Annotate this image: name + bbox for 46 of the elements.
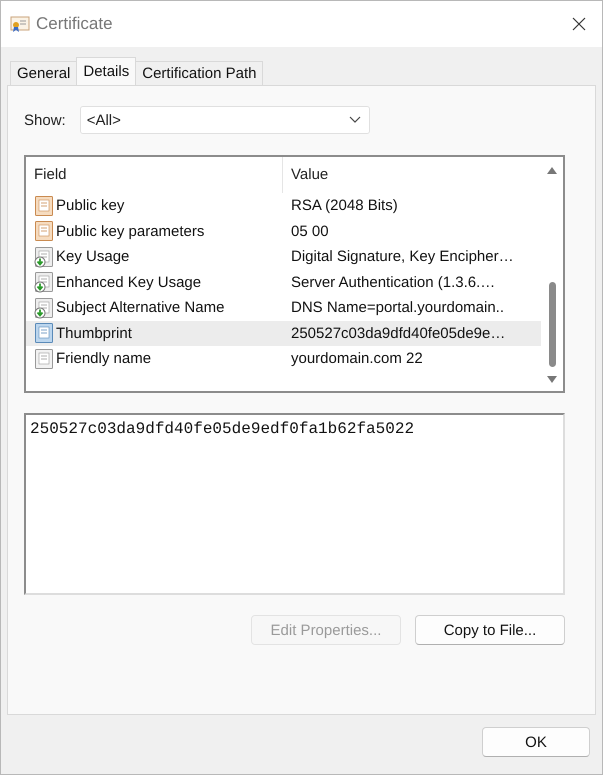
value-text-area[interactable]: 250527c03da9dfd40fe05de9edf0fa1b62fa5022 [24, 413, 565, 595]
field-name: Friendly name [56, 350, 152, 368]
field-value: 05 00 [291, 222, 329, 240]
list-row[interactable]: Friendly name yourdomain.com 22 [26, 346, 541, 372]
list-row[interactable]: Public key parameters 05 00 [26, 218, 541, 244]
document-icon [34, 194, 54, 217]
field-value: Digital Signature, Key Encipher… [291, 248, 514, 266]
field-name: Public key parameters [56, 222, 204, 240]
download-document-icon [34, 296, 54, 319]
field-value: RSA (2048 Bits) [291, 197, 398, 214]
list-row[interactable]: Public key RSA (2048 Bits) [26, 193, 541, 218]
show-dropdown[interactable]: <All> [80, 106, 370, 134]
tab[interactable]: Certification Path [135, 61, 264, 85]
field-name: Thumbprint [56, 324, 132, 342]
document-icon [34, 348, 54, 370]
value-text: 250527c03da9dfd40fe05de9edf0fa1b62fa5022 [30, 420, 414, 438]
field-value: Server Authentication (1.3.6.… [291, 274, 496, 291]
column-header[interactable]: Field [26, 157, 283, 193]
field-name: Public key [56, 197, 124, 214]
field-value: DNS Name=portal.yourdomain.. [291, 299, 504, 316]
list-row[interactable]: Enhanced Key Usage Server Authentication (1.3.6.… [26, 270, 541, 295]
ok-button[interactable]: OK [482, 727, 590, 757]
close-icon [572, 17, 586, 31]
field-name: Subject Alternative Name [56, 299, 224, 316]
column-header[interactable]: Value [283, 157, 541, 193]
action-button[interactable]: Copy to File... [415, 615, 565, 645]
window-title: Certificate [36, 14, 113, 34]
list-row[interactable]: Key Usage Digital Signature, Key Encipher… [26, 244, 541, 270]
document-icon [34, 322, 54, 344]
tab[interactable]: General [10, 61, 78, 85]
field-value: 250527c03da9dfd40fe05de9e… [291, 324, 506, 342]
list-row[interactable]: Thumbprint 250527c03da9dfd40fe05de9e… [26, 320, 541, 346]
field-name: Key Usage [56, 248, 130, 266]
scroll-thumb[interactable] [548, 282, 556, 367]
download-document-icon [34, 246, 54, 268]
field-value: yourdomain.com 22 [291, 350, 423, 368]
field-name: Enhanced Key Usage [56, 274, 202, 291]
scroll-down-icon[interactable] [546, 375, 558, 385]
download-document-icon [34, 271, 54, 294]
tab[interactable]: Details [76, 57, 136, 85]
list-row[interactable]: Subject Alternative Name DNS Name=portal.yourdomain.. [26, 295, 541, 320]
document-icon [34, 220, 54, 242]
scroll-up-icon[interactable] [546, 165, 558, 175]
chevron-icon [348, 116, 361, 124]
show-label: Show: [24, 112, 66, 128]
certificate-icon [10, 15, 30, 33]
